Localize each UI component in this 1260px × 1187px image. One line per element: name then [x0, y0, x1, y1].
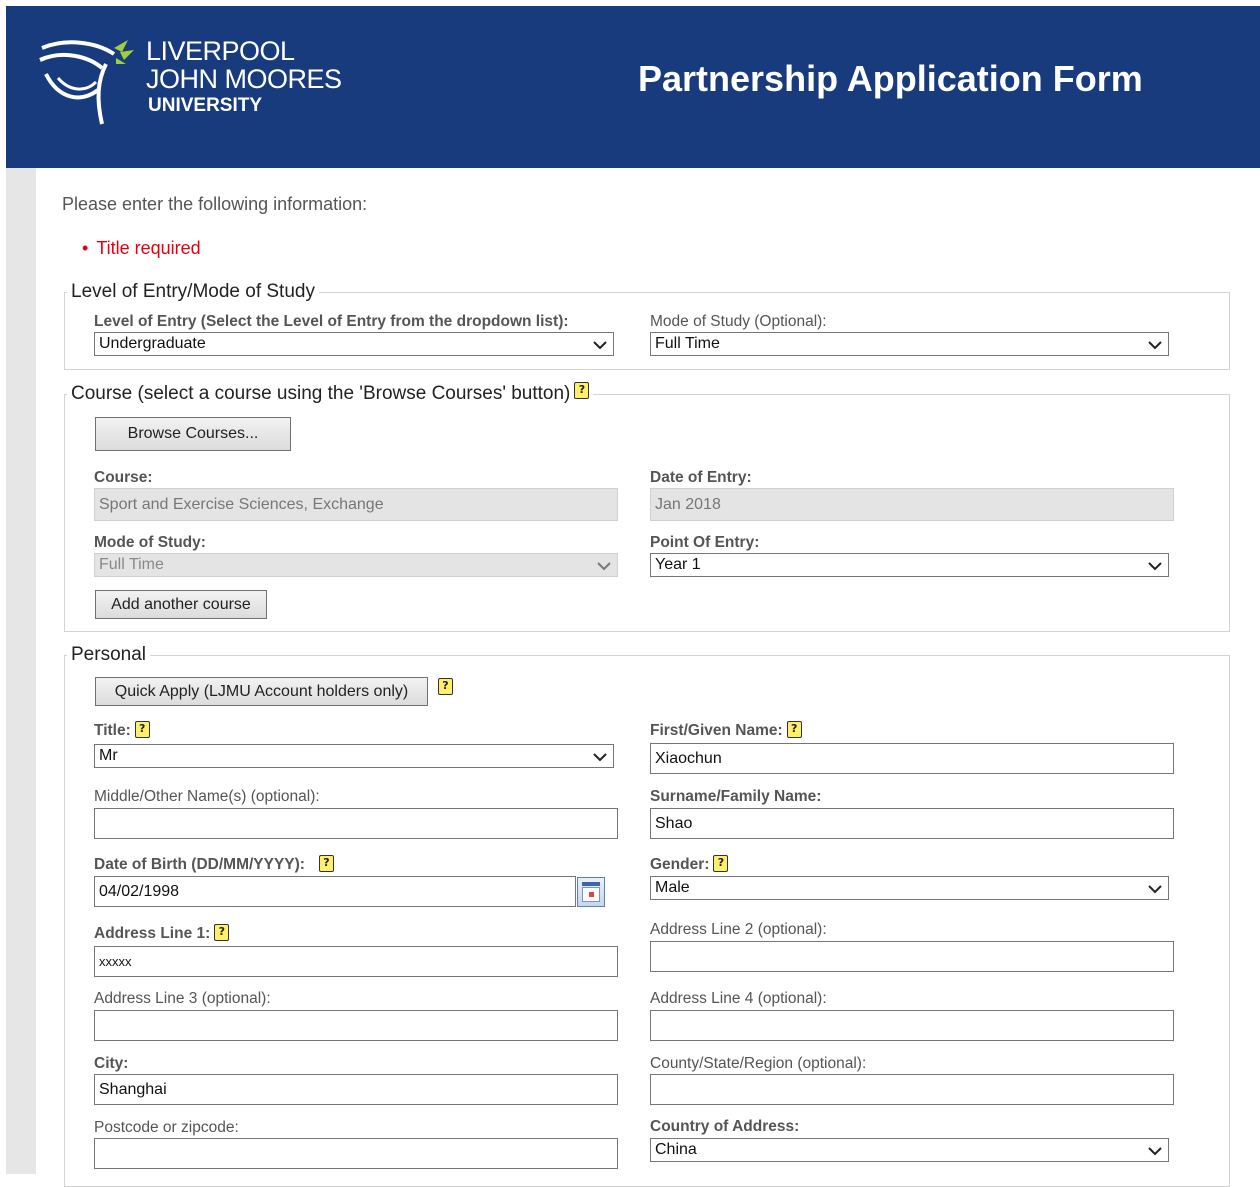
chevron-down-icon — [1148, 555, 1162, 577]
logo-line-john-moores: JOHN MOORES — [146, 64, 342, 94]
course-mode-of-study-value: Full Time — [99, 556, 164, 573]
help-icon[interactable]: ? — [134, 721, 150, 738]
address-line-1-label-text: Address Line 1: — [94, 925, 211, 942]
error-bullet: • — [82, 238, 89, 258]
gender-label: Gender:? — [650, 855, 729, 874]
level-of-entry-value: Undergraduate — [99, 335, 206, 352]
course-field[interactable]: Sport and Exercise Sciences, Exchange — [94, 488, 618, 521]
gender-select[interactable]: Male — [650, 876, 1169, 900]
title-label-text: Title: — [94, 722, 131, 739]
help-icon[interactable]: ? — [214, 924, 230, 941]
mode-of-study-optional-label: Mode of Study (Optional): — [650, 313, 827, 330]
point-of-entry-value: Year 1 — [655, 556, 701, 573]
point-of-entry-select[interactable]: Year 1 — [650, 553, 1169, 577]
address-line-3-label: Address Line 3 (optional): — [94, 990, 271, 1007]
level-of-entry-select[interactable]: Undergraduate — [94, 332, 614, 356]
county-label: County/State/Region (optional): — [650, 1055, 867, 1072]
course-mode-of-study-select[interactable]: Full Time — [94, 553, 618, 577]
date-of-birth-label: Date of Birth (DD/MM/YYYY):? — [94, 855, 334, 874]
surname-label: Surname/Family Name: — [650, 788, 822, 805]
gender-label-text: Gender: — [650, 856, 710, 873]
address-line-4-input[interactable] — [650, 1010, 1174, 1041]
gender-value: Male — [655, 879, 690, 896]
form-content: Please enter the following information: … — [36, 168, 1260, 1187]
middle-name-input[interactable] — [94, 808, 618, 839]
address-line-2-input[interactable] — [650, 941, 1174, 972]
page-title: Partnership Application Form — [638, 58, 1143, 99]
date-of-entry-field[interactable]: Jan 2018 — [650, 488, 1174, 521]
address-line-4-label: Address Line 4 (optional): — [650, 990, 827, 1007]
error-text: Title required — [96, 238, 201, 258]
chevron-down-icon — [1148, 1140, 1162, 1162]
date-of-entry-label: Date of Entry: — [650, 469, 752, 486]
error-message: • Title required — [82, 238, 201, 259]
chevron-down-icon — [593, 334, 607, 356]
chevron-down-icon — [1148, 334, 1162, 356]
surname-input[interactable]: Shao — [650, 808, 1174, 839]
course-mode-of-study-label: Mode of Study: — [94, 534, 206, 551]
calendar-icon-header — [582, 882, 600, 886]
city-label: City: — [94, 1055, 129, 1072]
postcode-input[interactable] — [94, 1138, 618, 1169]
point-of-entry-label: Point Of Entry: — [650, 534, 760, 551]
calendar-icon-marker — [589, 892, 594, 897]
city-input[interactable]: Shanghai — [94, 1074, 618, 1105]
country-select[interactable]: China — [650, 1138, 1169, 1162]
university-logo[interactable]: LIVERPOOL JOHN MOORES UNIVERSITY — [36, 34, 366, 134]
address-line-2-label: Address Line 2 (optional): — [650, 921, 827, 938]
title-value: Mr — [99, 747, 118, 764]
left-margin-strip — [6, 168, 36, 1174]
help-icon[interactable]: ? — [574, 382, 590, 399]
title-select[interactable]: Mr — [94, 744, 614, 768]
chevron-down-icon — [597, 555, 611, 577]
calendar-icon[interactable] — [577, 877, 605, 907]
legend-level-of-entry: Level of Entry/Mode of Study — [67, 281, 319, 303]
country-label: Country of Address: — [650, 1118, 800, 1135]
mode-of-study-value: Full Time — [655, 335, 720, 352]
address-line-1-input[interactable]: xxxxx — [94, 946, 618, 977]
logo-line-university: UNIVERSITY — [148, 95, 263, 116]
help-icon[interactable]: ? — [713, 855, 729, 872]
browse-courses-button[interactable]: Browse Courses... — [95, 417, 291, 451]
chevron-down-icon — [1148, 878, 1162, 900]
country-value: China — [655, 1141, 697, 1158]
quick-apply-button[interactable]: Quick Apply (LJMU Account holders only) — [95, 677, 428, 706]
add-another-course-button[interactable]: Add another course — [95, 590, 267, 619]
page-header: LIVERPOOL JOHN MOORES UNIVERSITY Partner… — [6, 6, 1260, 168]
level-of-entry-label: Level of Entry (Select the Level of Entr… — [94, 313, 569, 330]
help-icon[interactable]: ? — [438, 678, 453, 695]
course-label: Course: — [94, 469, 153, 486]
legend-course-text: Course (select a course using the 'Brows… — [71, 383, 571, 404]
intro-text: Please enter the following information: — [62, 194, 368, 214]
first-name-label: First/Given Name:? — [650, 721, 802, 740]
first-name-input[interactable]: Xiaochun — [650, 743, 1174, 774]
help-icon[interactable]: ? — [318, 855, 334, 872]
fieldset-personal: Personal — [64, 644, 1230, 1187]
date-of-birth-label-text: Date of Birth (DD/MM/YYYY): — [94, 856, 305, 873]
help-icon[interactable]: ? — [786, 721, 802, 738]
chevron-down-icon — [593, 746, 607, 768]
county-input[interactable] — [650, 1074, 1174, 1105]
mode-of-study-select[interactable]: Full Time — [650, 332, 1169, 356]
title-label: Title:? — [94, 721, 150, 740]
legend-course: Course (select a course using the 'Brows… — [67, 382, 594, 405]
address-line-3-input[interactable] — [94, 1010, 618, 1041]
legend-personal: Personal — [67, 644, 150, 666]
address-line-1-label: Address Line 1:? — [94, 924, 230, 943]
first-name-label-text: First/Given Name: — [650, 722, 783, 739]
logo-line-liverpool: LIVERPOOL — [146, 36, 295, 66]
date-of-birth-input[interactable]: 04/02/1998 — [94, 876, 576, 907]
postcode-label: Postcode or zipcode: — [94, 1119, 239, 1136]
middle-name-label: Middle/Other Name(s) (optional): — [94, 788, 320, 805]
liver-bird-icon — [39, 40, 134, 125]
fieldset-level-of-entry: Level of Entry/Mode of Study — [64, 281, 1230, 370]
